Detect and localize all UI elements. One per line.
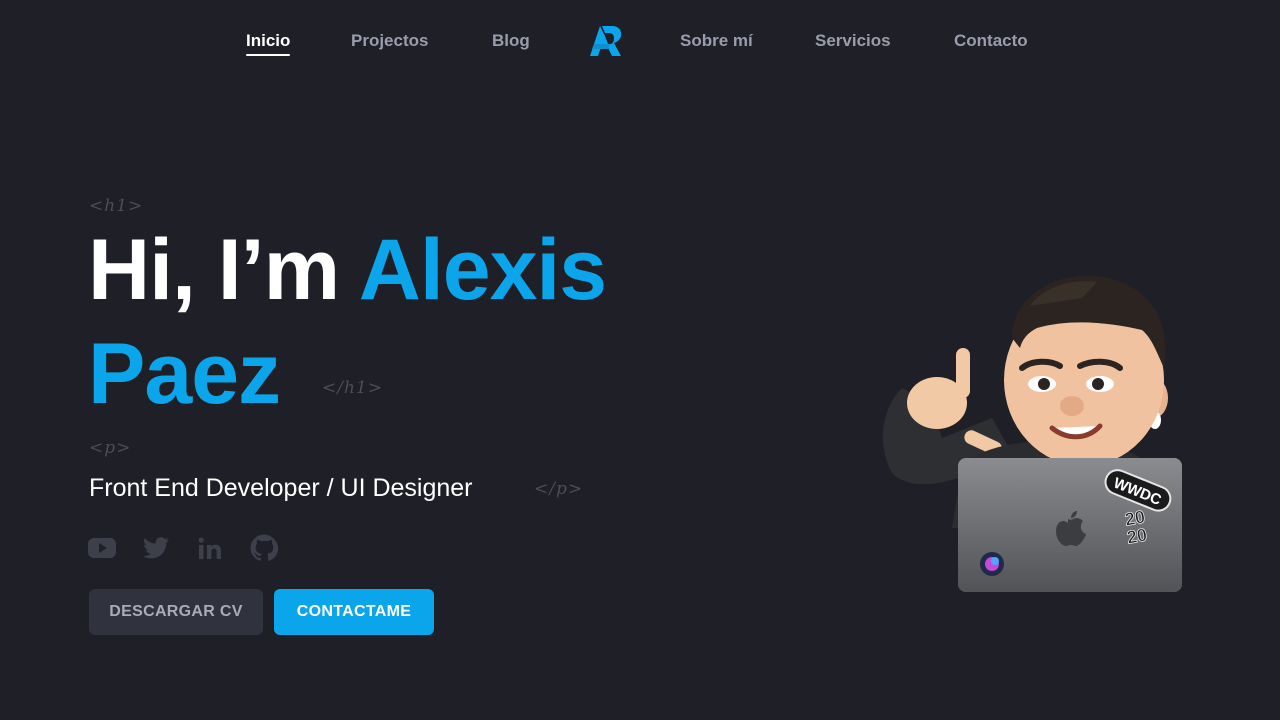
p-open-code-tag: <p> xyxy=(89,438,132,458)
youtube-icon[interactable] xyxy=(88,534,116,562)
p-close-code-tag: </p> xyxy=(534,479,584,499)
github-icon[interactable] xyxy=(250,534,278,562)
h1-open-code-tag: <h1> xyxy=(89,196,144,216)
nav-item-inicio[interactable]: Inicio xyxy=(246,30,291,56)
twitter-icon[interactable] xyxy=(142,534,170,562)
nav-item-sobre-mi[interactable]: Sobre mí xyxy=(680,30,753,52)
nav-item-projectos[interactable]: Projectos xyxy=(351,30,428,52)
top-navigation: Inicio Projectos Blog Sobre mí Servicios… xyxy=(0,0,1280,84)
hero-name-first: Alexis xyxy=(358,222,607,318)
hero-heading: Hi, I’m Alexis Paez xyxy=(88,218,728,426)
memoji-avatar-illustration: WWDC 20 20 xyxy=(872,268,1192,598)
hero-greeting: Hi, I’m xyxy=(88,222,359,318)
download-cv-button[interactable]: DESCARGAR CV xyxy=(89,589,263,635)
ap-logo-icon[interactable] xyxy=(588,24,624,58)
hero-name-last: Paez xyxy=(88,326,281,422)
social-links xyxy=(88,534,278,562)
contact-button[interactable]: CONTACTAME xyxy=(274,589,434,635)
hero-subtitle: Front End Developer / UI Designer xyxy=(89,474,473,502)
linkedin-icon[interactable] xyxy=(196,534,224,562)
h1-close-code-tag: </h1> xyxy=(322,378,383,398)
nav-item-blog[interactable]: Blog xyxy=(492,30,530,52)
nav-item-contacto[interactable]: Contacto xyxy=(954,30,1028,52)
nav-item-servicios[interactable]: Servicios xyxy=(815,30,891,52)
sticker-year-bottom: 20 xyxy=(1125,525,1148,548)
